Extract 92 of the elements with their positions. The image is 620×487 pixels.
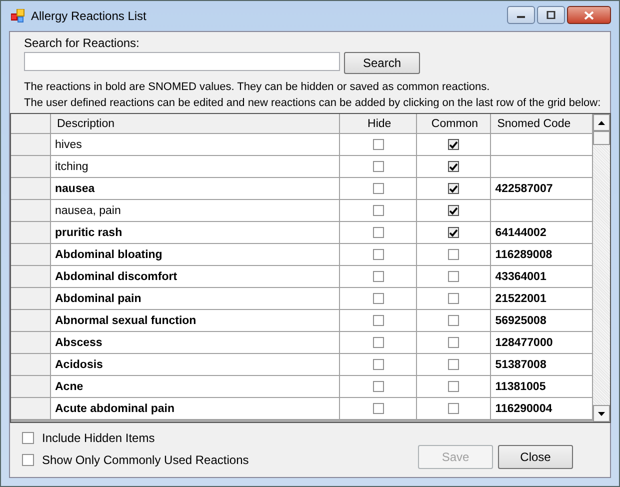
checkbox[interactable]: [372, 183, 384, 194]
row-header[interactable]: [11, 178, 51, 200]
table-cell[interactable]: Abdominal pain: [51, 288, 340, 310]
checkbox[interactable]: [448, 293, 460, 304]
table-cell[interactable]: Abnormal sexual function: [51, 310, 340, 332]
table-cell[interactable]: Acne: [51, 376, 340, 398]
table-cell[interactable]: 116290004: [491, 398, 593, 420]
table-cell[interactable]: 128477000: [491, 332, 593, 354]
table-cell[interactable]: [491, 134, 593, 156]
checkbox[interactable]: [448, 183, 460, 194]
table-cell[interactable]: 56925008: [491, 310, 593, 332]
table-cell[interactable]: 422587007: [491, 178, 593, 200]
checkbox[interactable]: [448, 271, 460, 282]
table-cell[interactable]: 43364001: [491, 266, 593, 288]
checkbox[interactable]: [372, 315, 384, 326]
table-cell[interactable]: Abdominal bloating: [51, 244, 340, 266]
checkbox[interactable]: [372, 359, 384, 370]
checkbox[interactable]: [448, 315, 460, 326]
maximize-button[interactable]: [537, 6, 565, 24]
table-cell[interactable]: Abdominal discomfort: [51, 266, 340, 288]
info-text: The user defined reactions can be edited and new reactions can be added by clicking on the last row of the grid below:: [24, 96, 601, 111]
checkbox[interactable]: [448, 249, 460, 260]
window-title: Allergy Reactions List: [31, 9, 146, 23]
table-cell[interactable]: [491, 200, 593, 222]
checkbox[interactable]: [448, 337, 460, 348]
checkbox[interactable]: [372, 249, 384, 260]
dialog-button[interactable]: Close: [498, 445, 573, 469]
up-arrow-icon: [598, 120, 605, 124]
table-cell[interactable]: [491, 156, 593, 178]
checkbox[interactable]: [448, 381, 460, 392]
close-icon: [584, 10, 594, 20]
maximize-icon: [546, 11, 556, 19]
checkbox[interactable]: [372, 161, 384, 172]
row-header[interactable]: [11, 310, 51, 332]
column-header[interactable]: Hide: [340, 114, 418, 134]
table-cell[interactable]: nausea, pain: [51, 200, 340, 222]
column-header[interactable]: Description: [51, 114, 340, 134]
row-header[interactable]: [11, 244, 51, 266]
table-cell[interactable]: 64144002: [491, 222, 593, 244]
row-header[interactable]: [11, 266, 51, 288]
checkbox[interactable]: [372, 403, 384, 414]
checkbox-label[interactable]: Show Only Commonly Used Reactions: [42, 453, 249, 467]
info-text: The reactions in bold are SNOMED values. They can be hidden or saved as common reactions.: [24, 80, 490, 95]
app-icon: [11, 9, 25, 23]
checkbox[interactable]: [372, 337, 384, 348]
row-header[interactable]: [11, 376, 51, 398]
table-cell[interactable]: 21522001: [491, 288, 593, 310]
scroll-down-button[interactable]: [593, 405, 610, 422]
table-cell[interactable]: Abscess: [51, 332, 340, 354]
search-field[interactable]: [24, 52, 340, 71]
checkbox[interactable]: [22, 432, 34, 444]
checkbox[interactable]: [448, 403, 460, 414]
row-header[interactable]: [11, 332, 51, 354]
scroll-thumb[interactable]: [593, 131, 610, 145]
table-cell[interactable]: 51387008: [491, 354, 593, 376]
checkbox[interactable]: [372, 205, 384, 216]
checkbox[interactable]: [372, 139, 384, 150]
row-header[interactable]: [11, 222, 51, 244]
checkbox[interactable]: [448, 139, 460, 150]
search-label: Search for Reactions:: [24, 35, 140, 51]
checkbox[interactable]: [372, 271, 384, 282]
scroll-up-button[interactable]: [593, 114, 610, 131]
row-header[interactable]: [11, 134, 51, 156]
row-header[interactable]: [11, 398, 51, 420]
column-header[interactable]: Snomed Code: [491, 114, 593, 134]
table-cell[interactable]: pruritic rash: [51, 222, 340, 244]
table-cell[interactable]: hives: [51, 134, 340, 156]
column-header[interactable]: Common: [417, 114, 492, 134]
row-header[interactable]: [11, 354, 51, 376]
scrollbar[interactable]: [593, 114, 610, 422]
minimize-button[interactable]: [507, 6, 535, 24]
down-arrow-icon: [598, 412, 605, 416]
checkbox-label[interactable]: Include Hidden Items: [42, 431, 155, 445]
table-cell[interactable]: Acidosis: [51, 354, 340, 376]
table-cell[interactable]: nausea: [51, 178, 340, 200]
table-cell[interactable]: Acute abdominal pain: [51, 398, 340, 420]
checkbox[interactable]: [448, 205, 460, 216]
checkbox[interactable]: [372, 293, 384, 304]
checkbox[interactable]: [22, 454, 34, 466]
checkbox[interactable]: [372, 227, 384, 238]
checkbox[interactable]: [448, 359, 460, 370]
row-header[interactable]: [11, 156, 51, 178]
row-header[interactable]: [11, 288, 51, 310]
checkbox[interactable]: [448, 161, 460, 172]
close-button[interactable]: [567, 6, 611, 24]
table-cell[interactable]: 116289008: [491, 244, 593, 266]
row-header[interactable]: [11, 200, 51, 222]
table-cell[interactable]: itching: [51, 156, 340, 178]
checkbox[interactable]: [372, 381, 384, 392]
search-button[interactable]: Search: [344, 52, 420, 74]
table-cell[interactable]: 11381005: [491, 376, 593, 398]
checkbox[interactable]: [448, 227, 460, 238]
